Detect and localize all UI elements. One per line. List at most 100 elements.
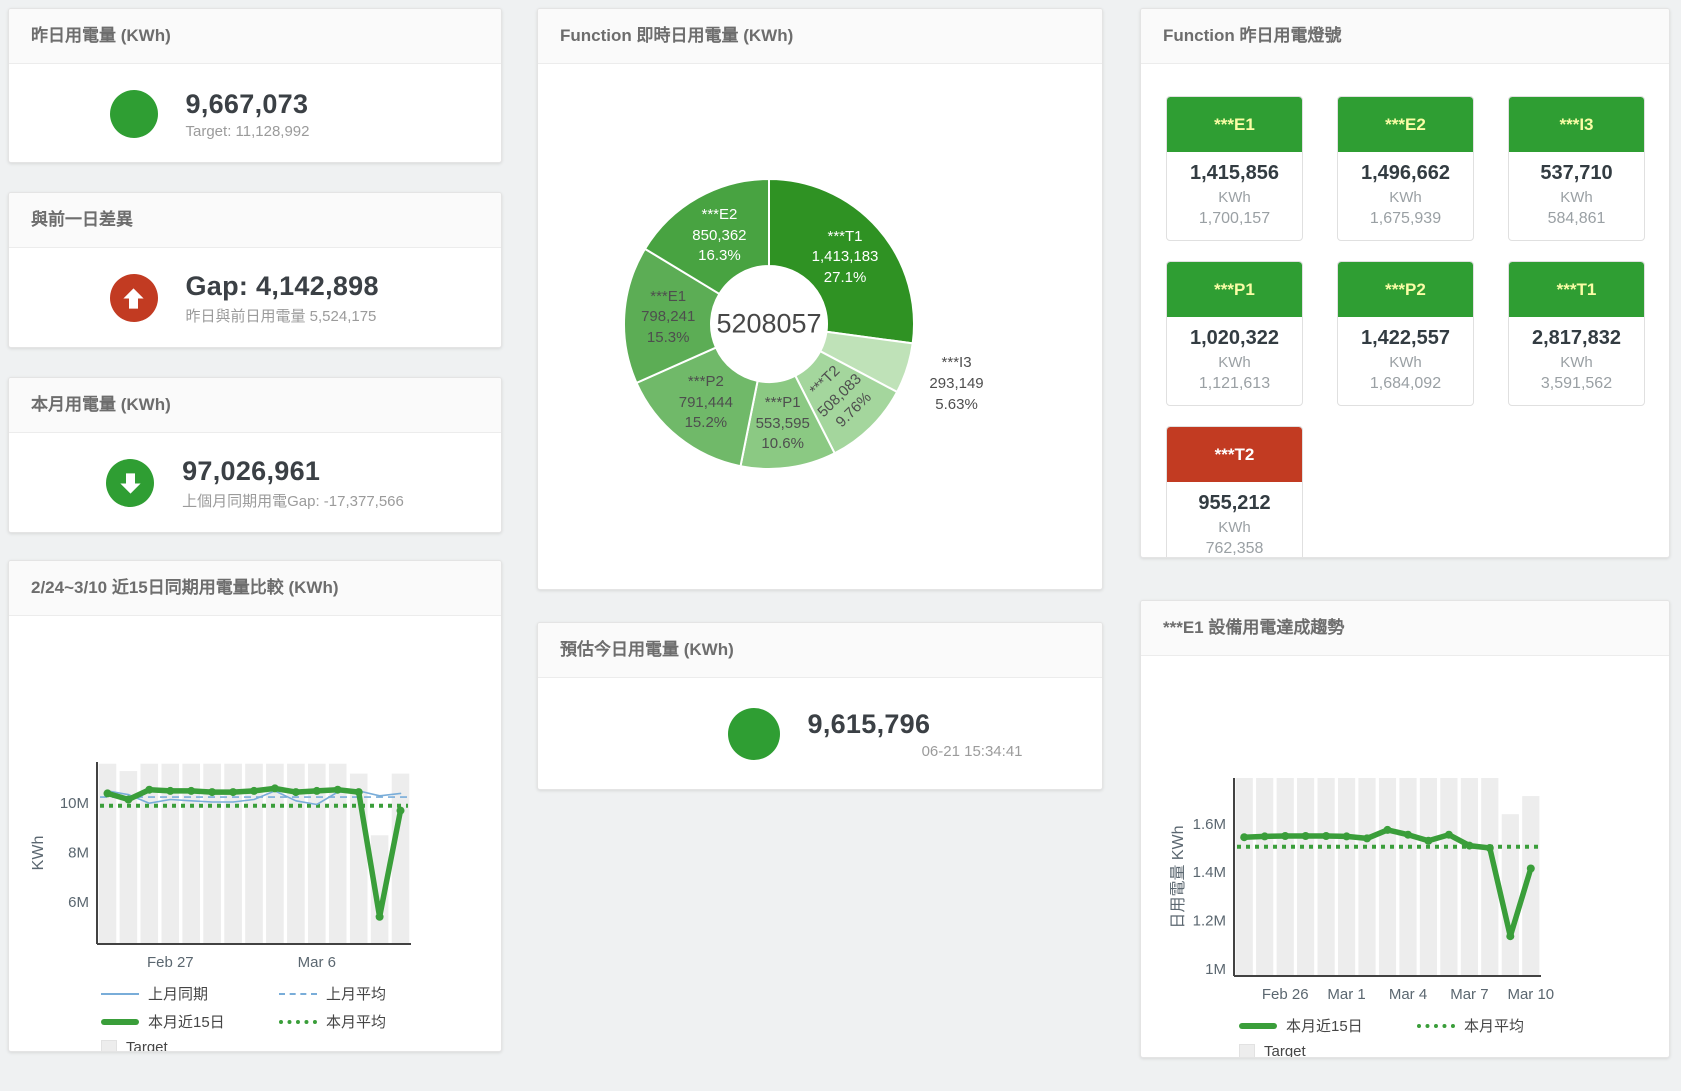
tile-value: 1,422,557 xyxy=(1340,327,1471,350)
arrow-up-icon xyxy=(110,274,158,322)
tile-target-value: 1,684,092 xyxy=(1340,375,1471,393)
svg-text:Mar 10: Mar 10 xyxy=(1507,986,1554,1003)
tile-status-header: ***P2 xyxy=(1338,262,1473,317)
panel-yesterday-lights: Function 昨日用電燈號 ***E11,415,856KWh1,700,1… xyxy=(1140,8,1670,558)
e1-trend-line-chart: 1M1.2M1.4M1.6MFeb 26Mar 1Mar 4Mar 7Mar 1… xyxy=(1151,772,1661,1011)
legend-item-5[interactable]: Target xyxy=(101,1039,279,1052)
legend-item-2[interactable]: 上月平均 xyxy=(279,983,457,1004)
status-circle-green xyxy=(110,90,158,138)
blue-dashed-legend-marker xyxy=(279,993,317,995)
panel-title: 預估今日用電量 (KWh) xyxy=(538,623,1102,678)
day-gap-value: Gap: 4,142,898 xyxy=(186,271,401,302)
panel-title: 與前一日差異 xyxy=(9,193,501,248)
donut-label-1: ***T11,413,18327.1% xyxy=(812,226,879,288)
legend-label: 本月平均 xyxy=(1464,1015,1524,1036)
panel-title: 昨日用電量 (KWh) xyxy=(9,9,501,64)
today-estimate-value: 9,615,796 xyxy=(808,709,1023,740)
month-usage-value: 97,026,961 xyxy=(182,456,404,487)
lights-grid: ***E11,415,856KWh1,700,157***E21,496,662… xyxy=(1141,64,1669,558)
panel-title: ***E1 設備用電達成趨勢 xyxy=(1141,601,1669,656)
trend-chart-legend: 本月近15日 本月平均 Target xyxy=(1239,1015,1669,1058)
tile-value: 1,496,662 xyxy=(1340,162,1471,185)
tile-target-value: 762,358 xyxy=(1169,540,1300,558)
light-tile-2: ***E2 1,496,662 KWh 1,675,939 xyxy=(1337,96,1474,241)
panel-title: Function 昨日用電燈號 xyxy=(1141,9,1669,64)
tile-body: 1,422,557 KWh 1,684,092 xyxy=(1338,317,1473,405)
compare-line-chart: 6M 8M 10M Feb 27 Mar 6 KWh xyxy=(19,756,493,979)
legend-label: 上月平均 xyxy=(326,983,386,1004)
donut-label-2: ***I3293,1495.63% xyxy=(929,353,983,415)
tile-target-value: 1,700,157 xyxy=(1169,210,1300,228)
light-tile-3: ***I3537,710KWh584,861 xyxy=(1508,96,1645,241)
status-circle-green xyxy=(728,708,780,760)
tile-value: 1,020,322 xyxy=(1169,327,1300,350)
green-thick-legend-marker xyxy=(1239,1023,1277,1029)
donut-chart: ***T11,413,18327.1%***I3293,1495.63%***T… xyxy=(538,64,1103,590)
legend-item-1[interactable]: 本月近15日 xyxy=(1239,1015,1417,1036)
donut-center-total: 5208057 xyxy=(716,309,821,340)
svg-text:10M: 10M xyxy=(60,795,89,812)
green-dotted-legend-marker xyxy=(1417,1024,1455,1028)
legend-label: 本月平均 xyxy=(326,1011,386,1032)
tile-value: 955,212 xyxy=(1169,492,1300,515)
legend-item-2[interactable]: 本月平均 xyxy=(1417,1015,1595,1036)
tile-status-header: ***E2 xyxy=(1338,97,1473,152)
legend-item-3[interactable]: 本月近15日 xyxy=(101,1011,279,1032)
svg-text:Mar 4: Mar 4 xyxy=(1389,986,1427,1003)
gray-square-legend-marker xyxy=(101,1040,117,1053)
legend-item-4[interactable]: 本月平均 xyxy=(279,1011,457,1032)
blue-solid-legend-marker xyxy=(101,993,139,995)
svg-text:1.4M: 1.4M xyxy=(1193,864,1226,881)
tile-body: 2,817,832KWh3,591,562 xyxy=(1509,317,1644,405)
tile-unit: KWh xyxy=(1340,189,1471,206)
panel-month-usage: 本月用電量 (KWh) 97,026,961 上個月同期用電Gap: -17,3… xyxy=(8,377,502,533)
svg-text:6M: 6M xyxy=(68,894,89,911)
svg-text:KWh: KWh xyxy=(30,836,47,871)
tile-value: 2,817,832 xyxy=(1511,327,1642,350)
light-tile-5: ***P2 1,422,557 KWh 1,684,092 xyxy=(1337,261,1474,406)
panel-e1-trend-chart: ***E1 設備用電達成趨勢 1M1.2M1.4M1.6MFeb 26Mar 1… xyxy=(1140,600,1670,1058)
light-tile-7: ***T2955,212KWh762,358 xyxy=(1166,426,1303,558)
legend-item-1[interactable]: 上月同期 xyxy=(101,983,279,1004)
legend-label: Target xyxy=(126,1039,168,1052)
tile-status-header: ***E1 xyxy=(1167,97,1302,152)
panel-yesterday-usage: 昨日用電量 (KWh) 9,667,073 Target: 11,128,992 xyxy=(8,8,502,163)
donut-label-4: ***P1553,59510.6% xyxy=(756,393,810,455)
yesterday-usage-value: 9,667,073 xyxy=(186,89,401,120)
tile-target-value: 1,121,613 xyxy=(1169,375,1300,393)
svg-text:Mar 6: Mar 6 xyxy=(298,954,336,971)
legend-label: 上月同期 xyxy=(148,983,208,1004)
panel-day-gap: 與前一日差異 Gap: 4,142,898 昨日與前日用電量 5,524,175 xyxy=(8,192,502,348)
tile-unit: KWh xyxy=(1340,354,1471,371)
tile-status-header: ***I3 xyxy=(1509,97,1644,152)
svg-text:Mar 7: Mar 7 xyxy=(1450,986,1488,1003)
panel-realtime-donut: Function 即時日用電量 (KWh) ***T11,413,18327.1… xyxy=(537,8,1103,590)
day-gap-subtitle: 昨日與前日用電量 5,524,175 xyxy=(186,305,401,326)
panel-title: Function 即時日用電量 (KWh) xyxy=(538,9,1102,64)
light-tile-1: ***E11,415,856KWh1,700,157 xyxy=(1166,96,1303,241)
tile-status-header: ***T1 xyxy=(1509,262,1644,317)
tile-unit: KWh xyxy=(1169,354,1300,371)
tile-unit: KWh xyxy=(1169,189,1300,206)
today-estimate-time: 06-21 15:34:41 xyxy=(808,743,1023,760)
panel-15day-compare-chart: 2/24~3/10 近15日同期用電量比較 (KWh) 6M8M10MFeb 2… xyxy=(8,560,502,1052)
svg-text:1.6M: 1.6M xyxy=(1193,816,1226,833)
tile-status-header: ***T2 xyxy=(1167,427,1302,482)
energy-dashboard: 昨日用電量 (KWh) 9,667,073 Target: 11,128,992… xyxy=(0,0,1681,1091)
legend-label: 本月近15日 xyxy=(1286,1015,1363,1036)
light-tile-4: ***P11,020,322KWh1,121,613 xyxy=(1166,261,1303,406)
green-dotted-legend-marker xyxy=(279,1020,317,1024)
donut-label-7: ***E2850,36216.3% xyxy=(692,205,746,267)
tile-body: 1,020,322 KWh 1,121,613 xyxy=(1167,317,1302,405)
legend-item-3[interactable]: Target xyxy=(1239,1043,1417,1058)
tile-body: 1,415,856KWh1,700,157 xyxy=(1167,152,1302,240)
arrow-down-icon xyxy=(106,459,154,507)
tile-body: 537,710KWh584,861 xyxy=(1509,152,1644,240)
svg-text:Feb 27: Feb 27 xyxy=(147,954,194,971)
svg-text:8M: 8M xyxy=(68,845,89,862)
gray-square-legend-marker xyxy=(1239,1044,1255,1059)
tile-target-value: 1,675,939 xyxy=(1340,210,1471,228)
tile-target-value: 584,861 xyxy=(1511,210,1642,228)
legend-label: 本月近15日 xyxy=(148,1011,225,1032)
donut-label-6: ***E1798,24115.3% xyxy=(641,287,695,349)
